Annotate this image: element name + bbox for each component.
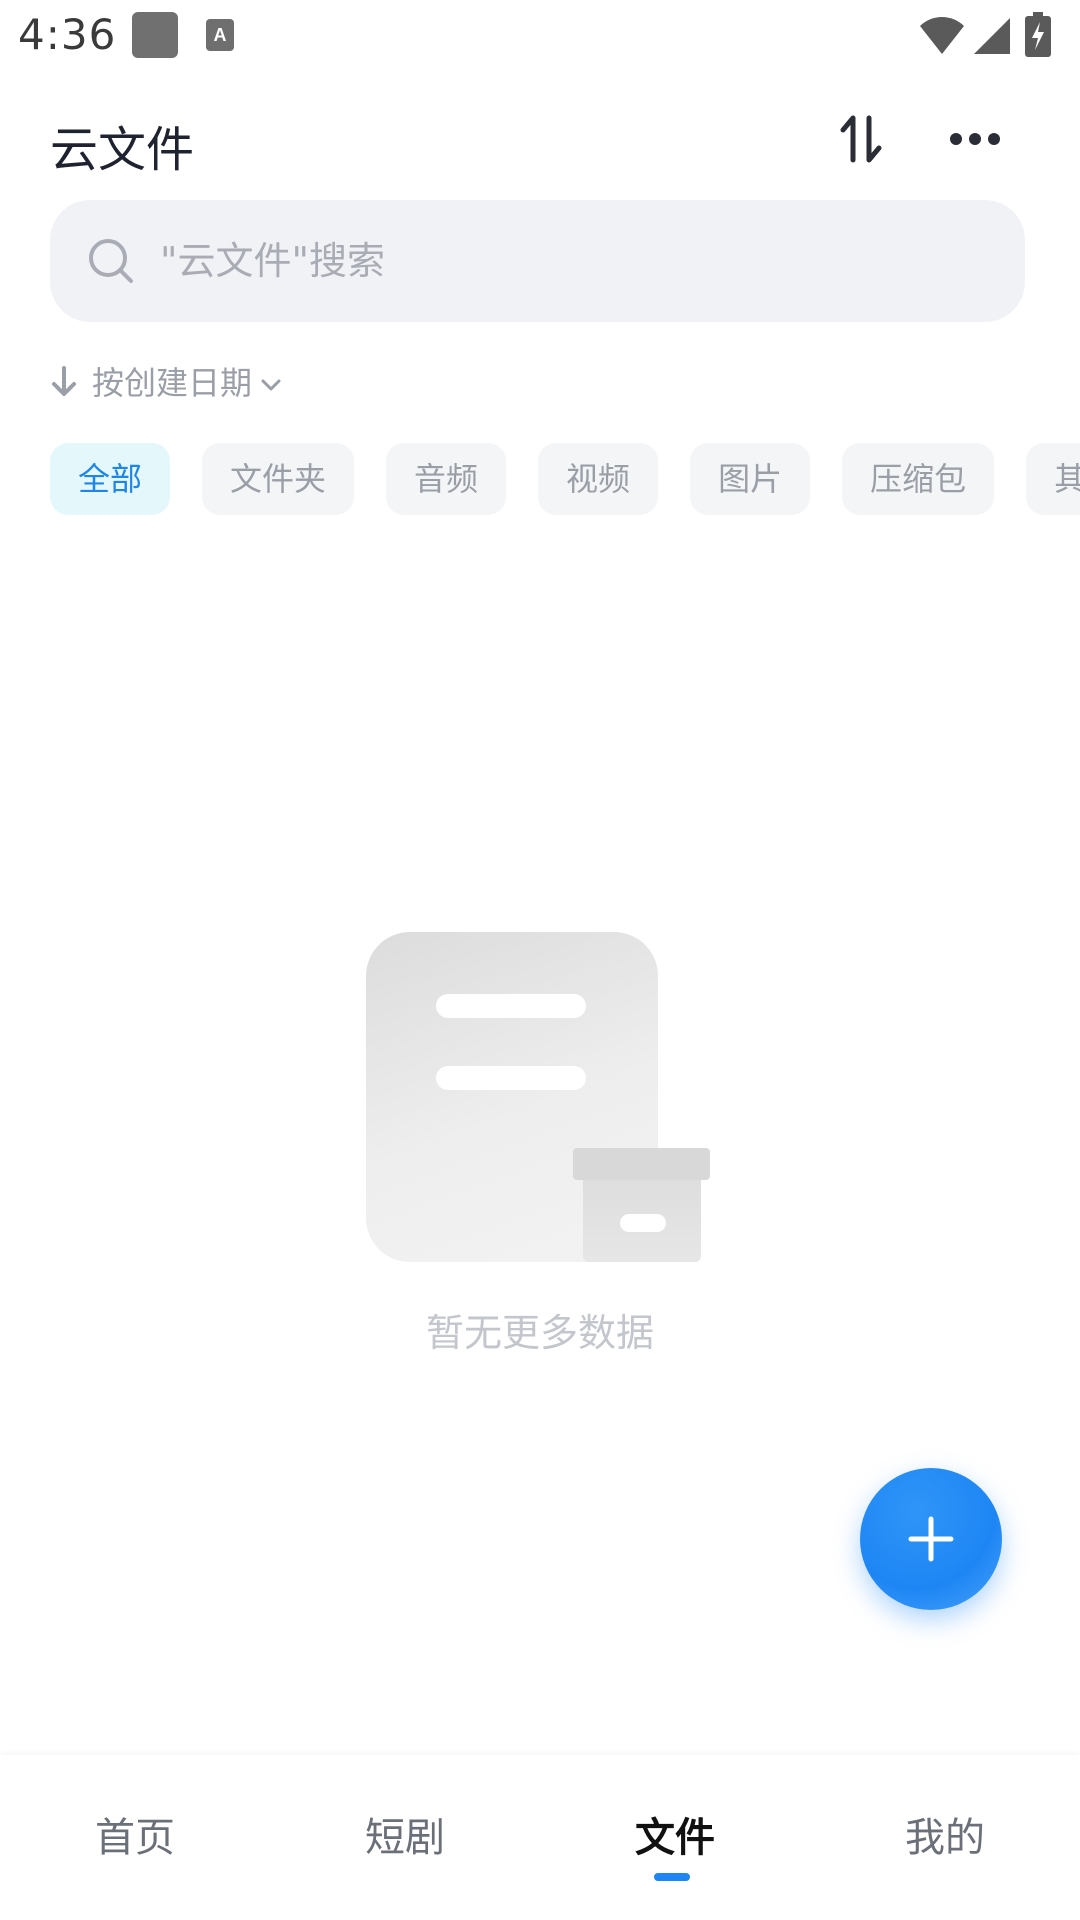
nav-label: 首页 — [95, 1815, 175, 1861]
sort-selector[interactable]: 按创建日期 — [50, 356, 282, 406]
empty-state-message: 暂无更多数据 — [425, 1311, 654, 1355]
plus-icon — [908, 1516, 954, 1562]
archive-box-handle — [620, 1214, 666, 1232]
battery-charging-icon — [1025, 12, 1051, 57]
nav-label: 文件 — [635, 1815, 715, 1861]
filter-chip-audio[interactable]: 音频 — [386, 443, 507, 515]
svg-text:A: A — [214, 25, 227, 45]
keyboard-a-notification-icon: A — [206, 19, 234, 51]
nav-item-files[interactable]: 文件 — [540, 1755, 810, 1920]
empty-state-illustration — [366, 932, 714, 1262]
filter-chips: 全部 文件夹 音频 视频 图片 压缩包其 — [50, 443, 1080, 517]
filter-chip-folder[interactable]: 文件夹 — [202, 443, 355, 515]
wifi-icon — [920, 17, 964, 54]
arrow-down-icon — [52, 366, 76, 396]
search-bar[interactable] — [50, 200, 1025, 322]
sort-label: 按创建日期 — [92, 364, 253, 402]
header: 云文件 — [0, 90, 1080, 190]
nav-item-shorts[interactable]: 短剧 — [270, 1755, 540, 1920]
filter-chip-video[interactable]: 视频 — [538, 443, 659, 515]
document-line — [436, 994, 586, 1018]
page-title: 云文件 — [50, 122, 195, 178]
filter-chip-image[interactable]: 图片 — [690, 443, 811, 515]
nav-label: 我的 — [905, 1815, 985, 1861]
status-time: 4:36 — [18, 10, 117, 59]
add-button[interactable] — [860, 1468, 1002, 1610]
bottom-nav: 首页 短剧 文件 我的 — [0, 1755, 1080, 1920]
status-bar: 4:36 A — [0, 0, 1080, 74]
sort-arrows-icon — [840, 115, 882, 163]
more-dots-icon — [950, 133, 1000, 145]
archive-box-lid — [573, 1148, 710, 1180]
nav-item-mine[interactable]: 我的 — [810, 1755, 1080, 1920]
search-icon — [89, 239, 133, 283]
filter-chip-all[interactable]: 全部 — [50, 443, 171, 515]
filter-chip-archive[interactable]: 压缩包 — [842, 443, 995, 515]
signal-icon — [974, 18, 1010, 54]
nav-label: 短剧 — [365, 1815, 445, 1861]
filter-chip-other[interactable]: 其 — [1026, 443, 1080, 515]
more-button[interactable] — [940, 104, 1010, 174]
search-input[interactable] — [160, 220, 980, 302]
active-tab-indicator — [654, 1873, 690, 1881]
nav-item-home[interactable]: 首页 — [0, 1755, 270, 1920]
app-notification-icon — [132, 12, 178, 58]
sort-button[interactable] — [826, 104, 896, 174]
screen: 4:36 A 云文件 "云文件"搜索 按创建日期 全部 文件夹 音频 视频 图片… — [0, 0, 1080, 1920]
chevron-down-icon — [261, 379, 281, 391]
document-line — [436, 1066, 586, 1090]
